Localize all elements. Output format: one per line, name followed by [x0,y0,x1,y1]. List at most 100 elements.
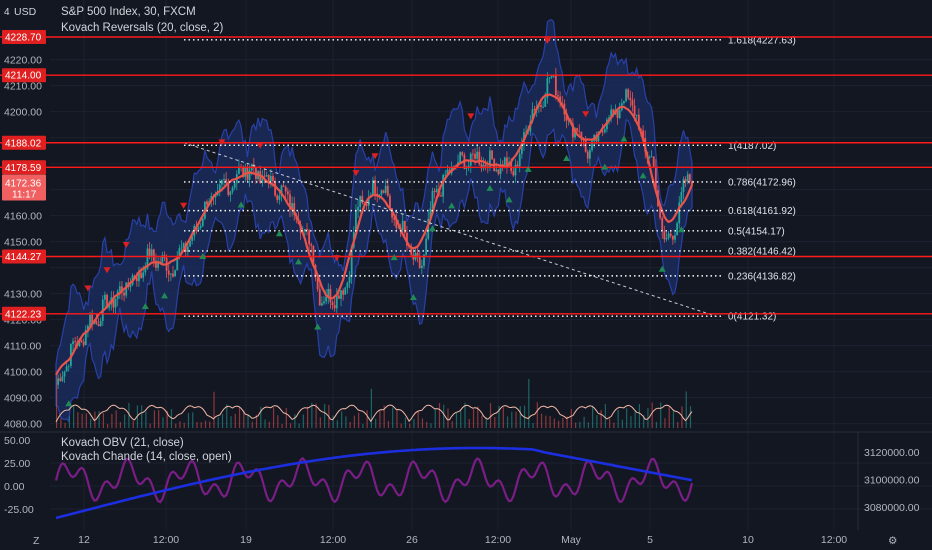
volume-bar [689,406,692,428]
volume-bar [204,420,207,428]
candle-body [682,179,685,192]
volume-bar [553,418,555,428]
volume-bar [600,410,602,428]
candle-body [557,95,559,97]
candle-body [461,152,464,156]
volume-bar [226,404,228,428]
volume-bar [336,420,338,428]
indicator-label[interactable]: Kovach Reversals (20, close, 2) [61,22,224,34]
volume-bar [81,413,83,428]
volume-bar [557,420,560,428]
volume-bar [213,391,215,428]
candle-body [152,249,155,261]
candle-body [303,228,306,232]
time-tick-label: 19 [240,534,252,546]
volume-bar [549,416,551,428]
candle-body [665,237,668,240]
volume-bar [238,406,241,428]
volume-bar [366,410,368,428]
volume-bar [221,413,224,428]
lower-indicator-1[interactable]: Kovach OBV (21, close) [61,437,184,449]
candle-body [444,174,447,176]
candle-body [346,282,349,288]
candle-body [588,150,591,159]
volume-bar [638,404,641,428]
candle-body [442,175,445,197]
volume-bar [264,419,266,428]
candle-body [82,341,85,346]
volume-bar [179,421,181,428]
current-price-text: 4172.36 [5,178,42,189]
volume-bar [149,423,151,428]
volume-bar [375,418,377,428]
volume-bar [519,406,521,428]
candle-body [320,303,323,306]
time-tick-label: 26 [406,534,418,546]
candle-body [114,299,117,308]
chart-title[interactable]: S&P 500 Index, 30, FXCM [61,6,196,18]
lower-right-axis[interactable]: 3120000.00 3100000.00 3080000.00 [864,447,920,514]
candle-body [418,257,421,268]
volume-bar [621,419,624,428]
volume-bar [447,408,449,428]
candle-body [333,305,336,309]
volume-bar [626,408,628,428]
lower-indicator-2[interactable]: Kovach Chande (14, close, open) [61,451,232,463]
fib-label: 0.786(4172.96) [728,177,796,188]
candle-body [478,151,481,165]
volume-bar [438,403,441,428]
volume-bar [630,416,632,428]
candle-body [669,233,672,236]
price-tick-label: 4130.00 [4,289,42,301]
volume-bar [85,413,87,428]
volume-bar [421,418,424,428]
volume-bar [362,423,364,428]
volume-bar [634,411,636,428]
candle-body [420,265,423,268]
volume-bar [668,406,670,428]
volume-bar [192,412,194,428]
chart-canvas[interactable]: 1.618(4227.63)1(4187.02)0.786(4172.96)0.… [0,0,932,550]
candle-body [497,169,500,174]
volume-bar [426,421,428,428]
candle-body [335,295,338,309]
price-tag-text: 4144.27 [5,252,42,263]
candle-body [440,195,442,197]
gear-icon[interactable]: ⚙ [888,535,897,547]
candle-body [169,273,172,275]
volume-bar [183,422,185,428]
candle-body [229,191,232,195]
volume-bar [468,418,470,428]
oscillator-tick-label: 25.00 [4,458,30,470]
candle-body [542,106,545,108]
candle-body [648,156,651,158]
candle-body [167,270,170,275]
auto-scale-icon[interactable]: Z [33,535,40,547]
volume-bar [294,414,296,428]
candle-body [618,110,621,118]
volume-bar [358,412,360,428]
price-axis[interactable]: 4220.00 4210.00 4200.00 4160.00 4150.00 4130.… [4,55,42,431]
candle-body [686,174,689,182]
volume-bar [141,405,143,428]
volume-bar [502,407,504,428]
candle-body [338,295,340,299]
time-tick-label: May [561,534,582,546]
candle-body [688,174,691,181]
volume-bar [575,422,577,428]
volume-bar [306,407,309,428]
volume-bar [77,412,79,428]
volume-bar [230,416,232,428]
candle-body [425,238,428,255]
candle-body [233,183,236,188]
oscillator-tick-label: 0.00 [4,481,25,493]
volume-bar [434,408,436,428]
candle-body [348,277,351,283]
price-tag-text: 4188.02 [5,138,42,149]
candle-body [174,270,177,277]
volume-bar [430,423,432,428]
volume-bar [302,414,304,428]
candle-body [342,290,345,295]
candle-body [129,284,132,288]
candle-body [74,341,77,342]
